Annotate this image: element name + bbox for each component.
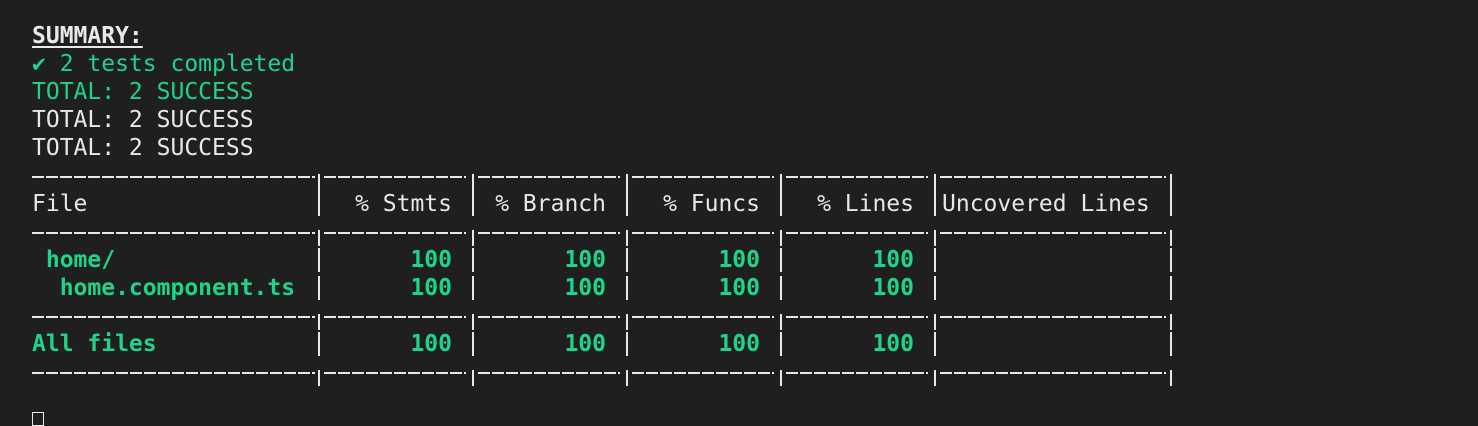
file-name: All files xyxy=(32,331,157,357)
uncovered-value xyxy=(942,246,1166,274)
funcs-value: 100 xyxy=(718,275,760,301)
table-divider xyxy=(32,218,1478,246)
coverage-table: File % Stmts % Branch % Funcs % Lines Un… xyxy=(32,162,1478,386)
total-success-line: TOTAL: 2 SUCCESS xyxy=(32,79,254,105)
branch-value: 100 xyxy=(564,275,606,301)
total-success-line: TOTAL: 2 SUCCESS xyxy=(32,107,254,133)
table-row: home.component.ts 100 100 100 100 xyxy=(32,274,1478,302)
funcs-value: 100 xyxy=(718,331,760,357)
table-header-row: File % Stmts % Branch % Funcs % Lines Un… xyxy=(32,190,1478,218)
column-header-funcs: % Funcs xyxy=(663,191,760,217)
stmts-value: 100 xyxy=(410,331,452,357)
uncovered-value xyxy=(942,330,1166,358)
total-success-line: TOTAL: 2 SUCCESS xyxy=(32,135,254,161)
table-row-all-files: All files 100 100 100 100 xyxy=(32,330,1478,358)
branch-value: 100 xyxy=(564,247,606,273)
terminal-cursor[interactable] xyxy=(32,412,44,426)
lines-value: 100 xyxy=(872,247,914,273)
column-header-lines: % Lines xyxy=(817,191,914,217)
column-header-branch: % Branch xyxy=(495,191,606,217)
summary-title: SUMMARY: xyxy=(32,23,143,49)
column-header-uncovered: Uncovered Lines xyxy=(942,191,1150,217)
funcs-value: 100 xyxy=(718,247,760,273)
file-name: home/ xyxy=(32,247,116,273)
stmts-value: 100 xyxy=(410,275,452,301)
tests-completed: ✔ 2 tests completed xyxy=(32,51,296,77)
terminal-output: SUMMARY: ✔ 2 tests completed TOTAL: 2 SU… xyxy=(32,22,1478,386)
column-header-stmts: % Stmts xyxy=(355,191,452,217)
table-divider xyxy=(32,162,1478,192)
table-row: home/ 100 100 100 100 xyxy=(32,246,1478,274)
column-header-file: File xyxy=(32,191,88,217)
table-divider xyxy=(32,302,1478,330)
table-divider xyxy=(32,358,1478,386)
stmts-value: 100 xyxy=(410,247,452,273)
file-name: home.component.ts xyxy=(32,275,296,301)
uncovered-value xyxy=(942,274,1166,302)
branch-value: 100 xyxy=(564,331,606,357)
lines-value: 100 xyxy=(872,275,914,301)
lines-value: 100 xyxy=(872,331,914,357)
